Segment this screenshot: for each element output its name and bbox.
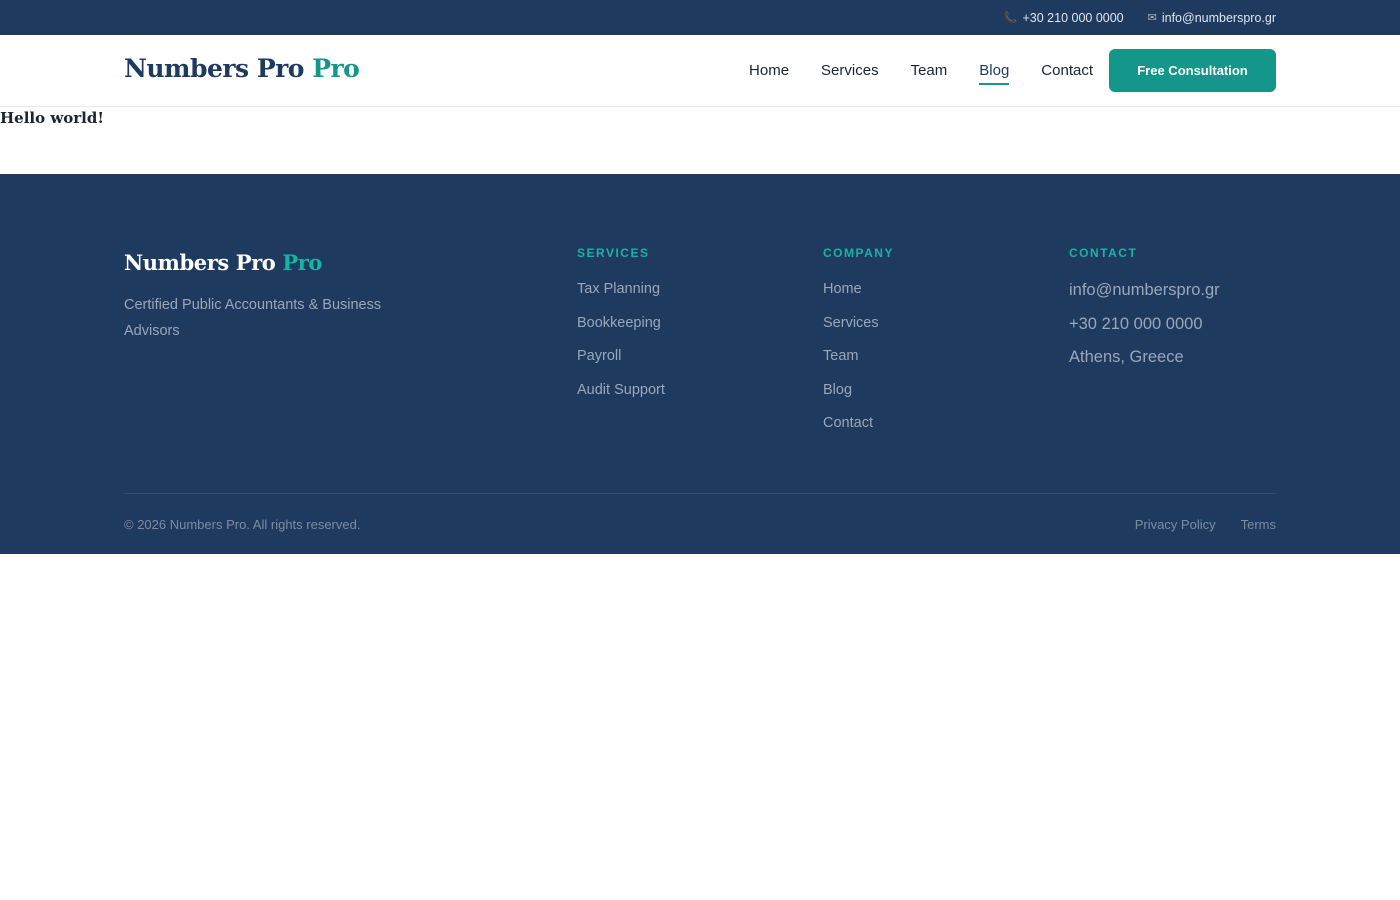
footer-contact-phone: +30 210 000 0000: [1069, 314, 1203, 333]
footer-contact-heading: CONTACT: [1069, 246, 1138, 260]
footer-link-bookkeeping[interactable]: Bookkeeping: [577, 315, 665, 349]
nav-team[interactable]: Team: [911, 56, 948, 85]
footer-logo-main: Numbers Pro: [124, 250, 276, 275]
footer-services-column: SERVICES Tax Planning Bookkeeping Payrol…: [577, 246, 665, 415]
footer-link-team[interactable]: Team: [823, 348, 894, 382]
privacy-policy-link[interactable]: Privacy Policy: [1135, 517, 1216, 532]
top-email-text: info@numberspro.gr: [1161, 10, 1276, 25]
main-nav: Home Services Team Blog Contact Free Con…: [749, 49, 1276, 92]
nav-services[interactable]: Services: [821, 56, 879, 85]
phone-icon: 📞: [1003, 12, 1018, 24]
footer-link-audit-support[interactable]: Audit Support: [577, 382, 665, 416]
footer-contact-location: Athens, Greece: [1069, 348, 1184, 366]
top-contact-bar: 📞 +30 210 000 0000 ✉ info@numberspro.gr: [0, 0, 1400, 35]
footer-link-home[interactable]: Home: [823, 281, 894, 315]
top-phone-text: +30 210 000 0000: [1022, 10, 1124, 25]
logo-accent-text: Pro: [312, 54, 360, 83]
footer-link-payroll[interactable]: Payroll: [577, 348, 665, 382]
footer-link-services[interactable]: Services: [823, 315, 894, 349]
site-logo[interactable]: Numbers Pro Pro: [124, 54, 360, 83]
footer-copyright: © 2026 Numbers Pro. All rights reserved.: [124, 517, 361, 532]
main-content: Hello world!: [0, 107, 104, 127]
footer-link-blog[interactable]: Blog: [823, 382, 894, 416]
footer-link-tax-planning[interactable]: Tax Planning: [577, 281, 665, 315]
footer-divider: [124, 493, 1276, 494]
footer-company-column: COMPANY Home Services Team Blog Contact: [823, 246, 894, 449]
footer-company-heading: COMPANY: [823, 246, 894, 260]
top-phone[interactable]: 📞 +30 210 000 0000: [1004, 11, 1124, 25]
footer-services-heading: SERVICES: [577, 246, 650, 260]
free-consultation-button[interactable]: Free Consultation: [1109, 49, 1276, 92]
site-footer: Numbers Pro Pro Certified Public Account…: [0, 174, 1400, 554]
nav-home[interactable]: Home: [749, 56, 789, 85]
top-contact-info: 📞 +30 210 000 0000 ✉ info@numberspro.gr: [1004, 0, 1276, 35]
footer-link-contact[interactable]: Contact: [823, 415, 894, 449]
terms-link[interactable]: Terms: [1241, 517, 1276, 532]
footer-tagline: Certified Public Accountants & Business …: [124, 297, 382, 339]
top-email[interactable]: ✉ info@numberspro.gr: [1148, 11, 1276, 25]
mail-icon: ✉: [1147, 12, 1157, 24]
footer-logo-accent: Pro: [282, 250, 322, 275]
footer-legal-links: Privacy Policy Terms: [1135, 517, 1276, 532]
footer-contact-column: CONTACT info@numberspro.gr +30 210 000 0…: [1069, 246, 1220, 382]
logo-main-text: Numbers Pro: [124, 54, 304, 83]
page-text: Hello world!: [0, 109, 104, 127]
footer-contact-email: info@numberspro.gr: [1069, 281, 1220, 299]
nav-contact[interactable]: Contact: [1041, 56, 1093, 85]
footer-logo[interactable]: Numbers Pro Pro: [124, 250, 322, 275]
nav-blog[interactable]: Blog: [979, 56, 1010, 85]
site-header: Numbers Pro Pro Home Services Team Blog …: [0, 35, 1400, 107]
